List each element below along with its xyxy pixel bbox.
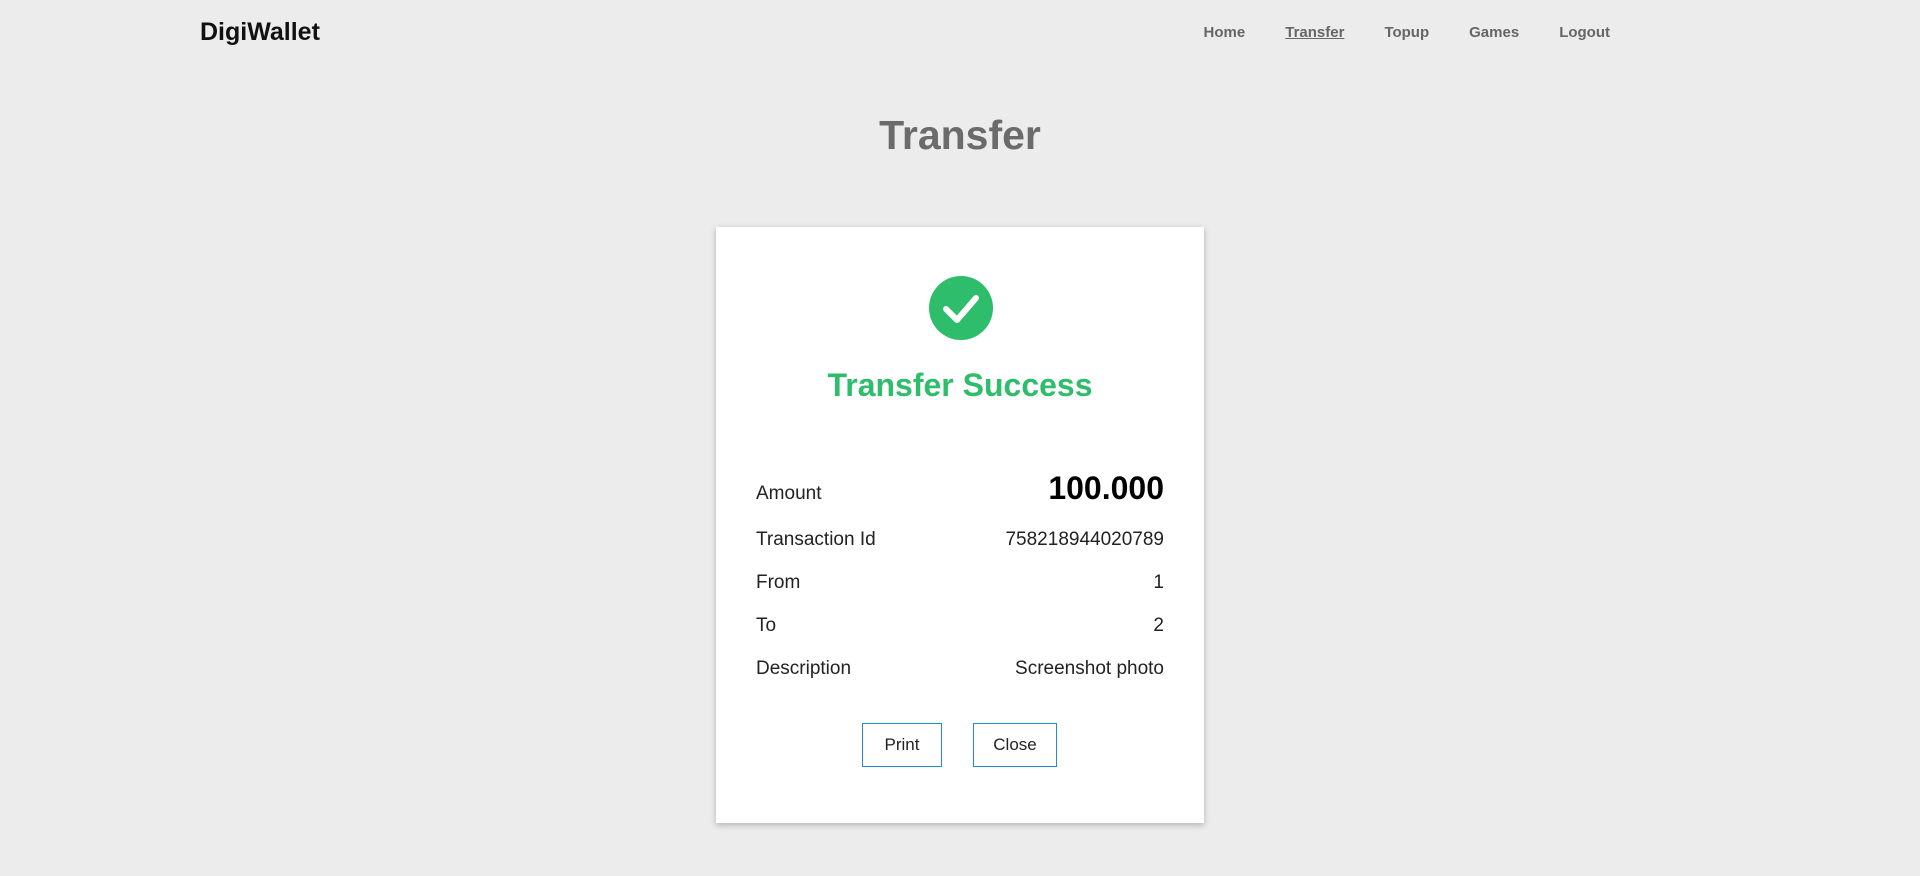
checkmark-icon bbox=[943, 295, 979, 323]
detail-label: To bbox=[756, 615, 777, 636]
to-value: 2 bbox=[1153, 615, 1164, 636]
check-circle-icon bbox=[929, 276, 993, 340]
from-value: 1 bbox=[1153, 572, 1164, 593]
nav-links: Home Transfer Topup Games Logout bbox=[1204, 24, 1610, 41]
status-title: Transfer Success bbox=[827, 367, 1093, 403]
brand-logo[interactable]: DigiWallet bbox=[200, 18, 320, 47]
detail-row-to: To 2 bbox=[756, 615, 1164, 637]
detail-label: From bbox=[756, 572, 801, 593]
transfer-receipt-card: Transfer Success Amount 100.000 Transact… bbox=[716, 227, 1204, 823]
detail-label: Amount bbox=[756, 483, 822, 504]
nav-transfer-link[interactable]: Transfer bbox=[1285, 24, 1344, 41]
detail-row-transaction-id: Transaction Id 758218944020789 bbox=[756, 529, 1164, 551]
navbar: DigiWallet Home Transfer Topup Games Log… bbox=[0, 0, 1920, 66]
description-value: Screenshot photo bbox=[1015, 658, 1164, 679]
page-title: Transfer bbox=[879, 112, 1041, 158]
close-button[interactable]: Close bbox=[973, 723, 1057, 767]
detail-row-amount: Amount 100.000 bbox=[756, 470, 1164, 507]
detail-row-description: Description Screenshot photo bbox=[756, 658, 1164, 680]
detail-label: Description bbox=[756, 658, 852, 679]
amount-value: 100.000 bbox=[1048, 470, 1164, 506]
print-button[interactable]: Print bbox=[862, 723, 942, 767]
nav-logout-link[interactable]: Logout bbox=[1559, 24, 1610, 41]
detail-label: Transaction Id bbox=[756, 529, 876, 550]
transaction-id-value: 758218944020789 bbox=[1005, 529, 1164, 550]
nav-topup-link[interactable]: Topup bbox=[1384, 24, 1429, 41]
nav-home-link[interactable]: Home bbox=[1204, 24, 1246, 41]
detail-row-from: From 1 bbox=[756, 572, 1164, 594]
nav-games-link[interactable]: Games bbox=[1469, 24, 1519, 41]
